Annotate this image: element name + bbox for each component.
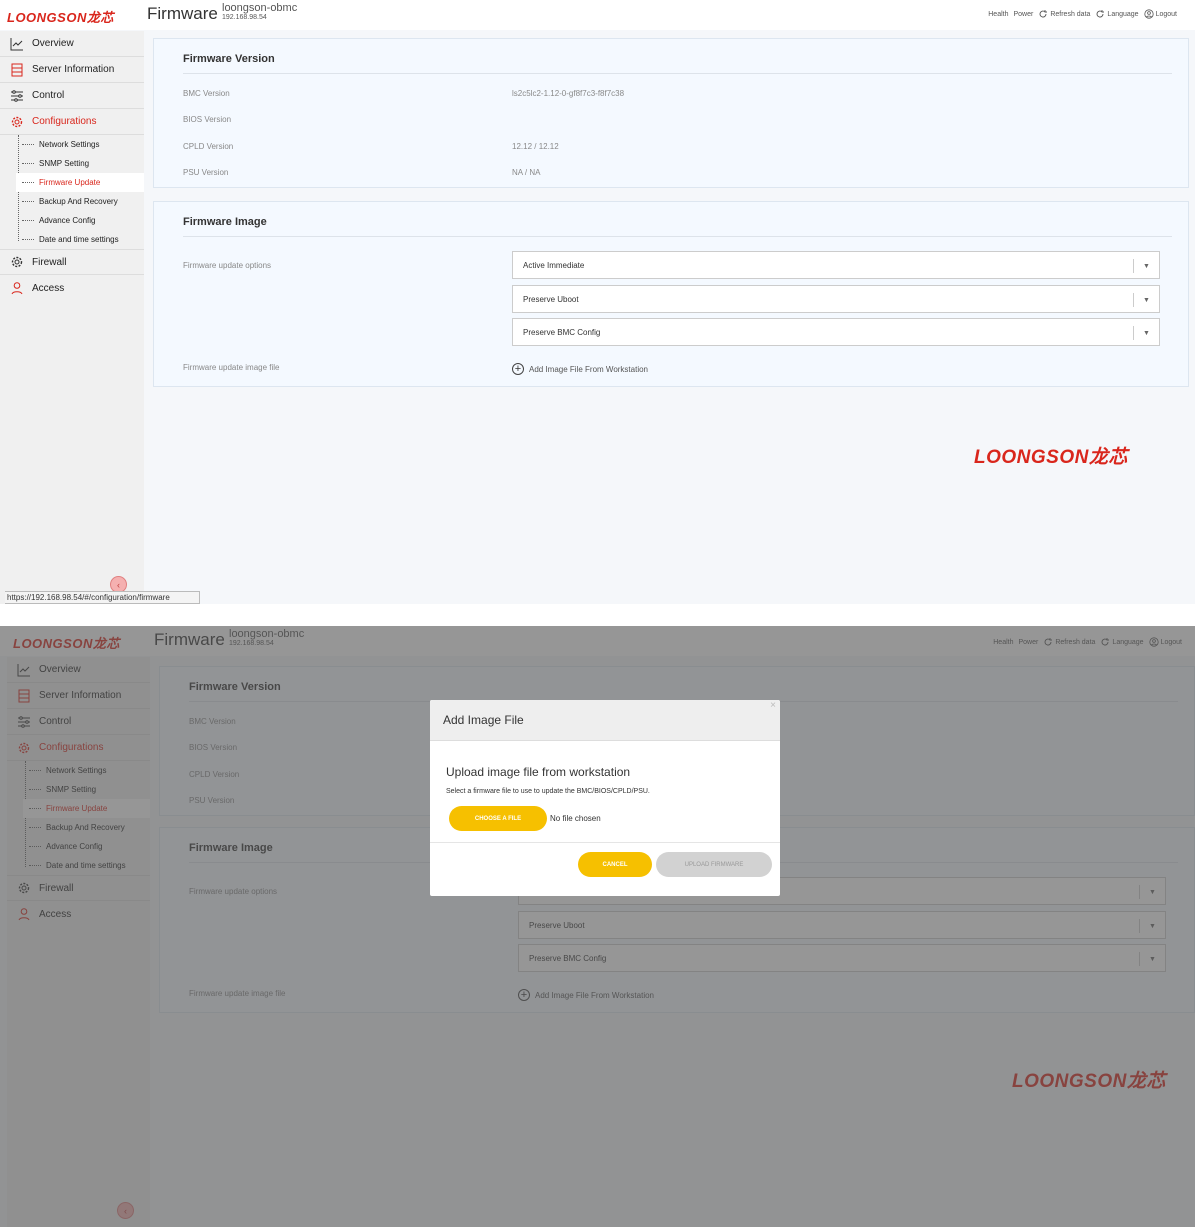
host-ip: 192.168.98.54 <box>222 14 267 21</box>
select-value: Active Immediate <box>523 260 585 270</box>
configurations-submenu: Network Settings SNMP Setting Firmware U… <box>0 135 144 249</box>
status-bar-url: https://192.168.98.54/#/configuration/fi… <box>5 591 200 604</box>
modal-description: Select a firmware file to use to update … <box>446 788 650 795</box>
gear-icon <box>11 256 23 268</box>
section-title: Firmware Image <box>183 216 1172 237</box>
sidebar-label: Control <box>32 90 65 101</box>
choose-file-button[interactable]: CHOOSE A FILE <box>449 806 547 831</box>
nav-health[interactable]: Health <box>988 11 1008 18</box>
image-file-label: Firmware update image file <box>183 363 280 372</box>
firmware-image-card: Firmware Image Firmware update options A… <box>153 201 1189 387</box>
modal-title: Add Image File <box>430 700 780 741</box>
chevron-down-icon: ▼ <box>1133 259 1159 273</box>
sub-item-network-settings[interactable]: Network Settings <box>16 135 144 154</box>
preserve-uboot-select[interactable]: Preserve Uboot ▼ <box>512 285 1160 313</box>
sidebar-label: Overview <box>32 38 74 49</box>
upload-firmware-button[interactable]: UPLOAD FIRMWARE <box>656 852 772 877</box>
nav-power[interactable]: Power <box>1013 11 1033 18</box>
active-immediate-select[interactable]: Active Immediate ▼ <box>512 251 1160 279</box>
sidebar-label: Access <box>32 282 65 294</box>
sidebar-label: Configurations <box>32 116 97 127</box>
add-image-file-link[interactable]: + Add Image File From Workstation <box>512 363 648 375</box>
file-status: No file chosen <box>550 814 601 823</box>
bmc-version-label: BMC Version <box>183 89 230 98</box>
modal-divider <box>430 842 780 843</box>
footer-logo: LOONGSON龙芯 <box>974 447 1128 468</box>
section-title: Firmware Version <box>183 53 1172 74</box>
nav-logout[interactable]: Logout <box>1143 9 1177 19</box>
brand-logo: LOONGSON龙芯 <box>7 10 114 25</box>
sidebar-item-server-information[interactable]: Server Information <box>0 57 144 83</box>
chevron-down-icon: ▼ <box>1133 326 1159 340</box>
add-image-label: Add Image File From Workstation <box>529 364 649 374</box>
sidebar: Overview Server Information Control Conf… <box>0 31 144 604</box>
sidebar-label: Firewall <box>32 256 67 268</box>
bmc-version-value: ls2c5lc2-1.12-0-gf8f7c3-f8f7c38 <box>512 89 625 98</box>
sliders-icon <box>11 89 23 102</box>
page-title: Firmware <box>147 4 218 23</box>
server-icon <box>11 63 23 76</box>
close-icon[interactable]: × <box>770 700 776 711</box>
sidebar-item-overview[interactable]: Overview <box>0 31 144 57</box>
cpld-version-label: CPLD Version <box>183 142 234 151</box>
chart-line-icon <box>10 37 23 50</box>
host-info: loongson-obmc192.168.98.54 <box>222 3 297 22</box>
nav-language[interactable]: Language <box>1095 9 1139 19</box>
top-nav: Health Power Refresh data Language Logou… <box>988 9 1177 19</box>
user-icon <box>1143 9 1154 19</box>
sub-item-snmp-setting[interactable]: SNMP Setting <box>16 154 144 173</box>
chevron-down-icon: ▼ <box>1133 293 1159 307</box>
sub-item-backup-and-recovery[interactable]: Backup And Recovery <box>16 192 144 211</box>
select-value: Preserve BMC Config <box>523 327 601 337</box>
firmware-page-screen: LOONGSON龙芯 Firmware loongson-obmc 192.168… <box>0 0 1195 604</box>
user-icon <box>11 282 23 295</box>
cancel-button[interactable]: CANCEL <box>578 852 652 877</box>
plus-circle-icon: + <box>512 363 524 375</box>
sub-item-date-time[interactable]: Date and time settings <box>16 230 144 249</box>
modal-heading: Upload image file from workstation <box>446 765 631 779</box>
nav-refresh[interactable]: Refresh data <box>1038 9 1090 19</box>
nav-language-label: Language <box>1107 10 1139 18</box>
sub-item-advance-config[interactable]: Advance Config <box>16 211 144 230</box>
firmware-modal-screen: LOONGSON龙芯 Firmware loongson-obmc192.168… <box>0 626 1195 1227</box>
add-image-file-modal: Add Image File × Upload image file from … <box>430 700 780 896</box>
select-value: Preserve Uboot <box>523 294 579 304</box>
firmware-version-card: Firmware Version BMC Version ls2c5lc2-1.… <box>153 38 1189 188</box>
sidebar-item-access[interactable]: Access <box>0 275 144 301</box>
update-options-label: Firmware update options <box>183 261 272 270</box>
sidebar-item-control[interactable]: Control <box>0 83 144 109</box>
sidebar-item-firewall[interactable]: Firewall <box>0 249 144 275</box>
cpld-version-value: 12.12 / 12.12 <box>512 142 559 151</box>
top-bar: LOONGSON龙芯 Firmware loongson-obmc192.168… <box>0 0 1195 30</box>
language-icon <box>1096 10 1105 18</box>
gear-icon <box>11 116 23 127</box>
nav-logout-label: Logout <box>1155 10 1177 18</box>
nav-refresh-label: Refresh data <box>1050 10 1091 18</box>
sub-item-firmware-update[interactable]: Firmware Update <box>16 173 144 192</box>
psu-version-value: NA / NA <box>512 168 541 177</box>
sidebar-item-configurations[interactable]: Configurations <box>0 109 144 135</box>
bios-version-label: BIOS Version <box>183 115 232 124</box>
screenshot-gap <box>0 604 1195 626</box>
refresh-icon <box>1039 10 1048 18</box>
preserve-bmc-config-select[interactable]: Preserve BMC Config ▼ <box>512 318 1160 346</box>
sidebar-label: Server Information <box>32 64 115 75</box>
psu-version-label: PSU Version <box>183 168 229 177</box>
